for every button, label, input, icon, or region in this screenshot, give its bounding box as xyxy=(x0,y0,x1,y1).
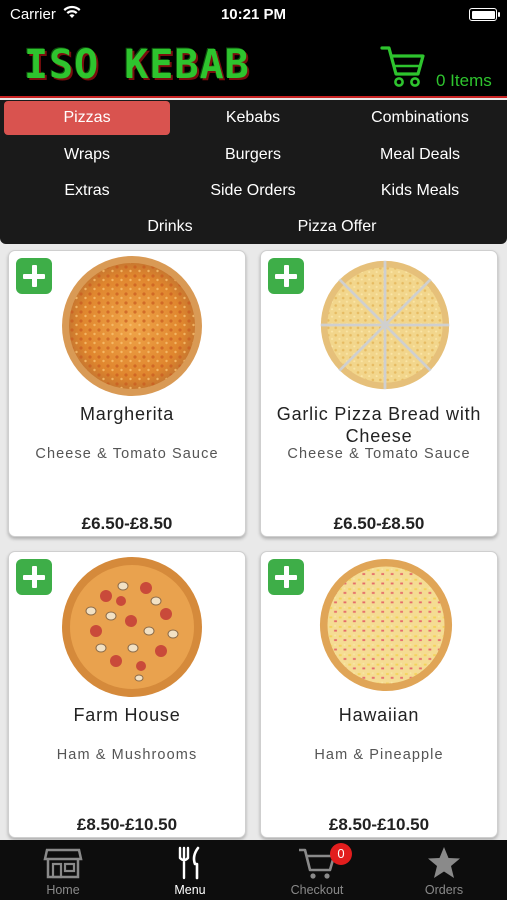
product-card-margherita[interactable]: Margherita Cheese & Tomato Sauce £6.50-£… xyxy=(8,250,246,537)
tab-checkout[interactable]: Checkout xyxy=(254,840,380,900)
clock: 10:21 PM xyxy=(220,6,287,23)
category-drinks[interactable]: Drinks xyxy=(87,210,253,244)
app-header: ISO KEBAB 0 Items xyxy=(0,30,507,98)
category-combinations[interactable]: Combinations xyxy=(336,101,504,135)
product-card-farm-house[interactable]: Farm House Ham & Mushrooms £8.50-£10.50 xyxy=(8,551,246,838)
tab-label: Checkout xyxy=(290,883,344,897)
garlic-bread-pizza-image xyxy=(320,260,450,390)
checkout-badge: 0 xyxy=(330,843,352,865)
tab-bar: Home Menu Checkout 0 Orders xyxy=(0,840,507,900)
category-kebabs[interactable]: Kebabs xyxy=(170,101,336,135)
category-pizzas[interactable]: Pizzas xyxy=(4,101,170,135)
star-icon xyxy=(428,847,460,878)
product-name: Farm House xyxy=(73,705,181,725)
category-extras[interactable]: Extras xyxy=(4,174,170,208)
add-icon[interactable] xyxy=(268,559,304,595)
category-menu: Pizzas Kebabs Combinations Wraps Burgers… xyxy=(0,100,507,244)
farmhouse-pizza-image xyxy=(62,557,202,697)
product-card-hawaiian[interactable]: Hawaiian Ham & Pineapple £8.50-£10.50 xyxy=(260,551,498,838)
product-name: Garlic Pizza Bread with Cheese xyxy=(276,404,482,446)
cart-icon[interactable] xyxy=(380,44,426,88)
product-description: Cheese & Tomato Sauce xyxy=(35,446,219,462)
store-icon xyxy=(43,848,83,879)
product-description: Ham & Pineapple xyxy=(314,747,444,763)
hawaiian-pizza-image xyxy=(319,558,453,692)
tab-home[interactable]: Home xyxy=(0,840,126,900)
cutlery-icon xyxy=(178,846,200,880)
category-pizza-offer[interactable]: Pizza Offer xyxy=(253,210,421,244)
product-description: Ham & Mushrooms xyxy=(56,747,198,763)
product-price: £8.50-£10.50 xyxy=(76,815,178,834)
add-icon[interactable] xyxy=(16,559,52,595)
tab-menu[interactable]: Menu xyxy=(127,840,253,900)
product-card-garlic-pizza-bread[interactable]: Garlic Pizza Bread with Cheese Cheese & … xyxy=(260,250,498,537)
product-price: £6.50-£8.50 xyxy=(81,514,173,533)
tab-label: Home xyxy=(46,883,80,897)
category-meal-deals[interactable]: Meal Deals xyxy=(336,138,504,172)
category-burgers[interactable]: Burgers xyxy=(170,138,336,172)
status-bar: Carrier 10:21 PM xyxy=(0,0,507,30)
battery-icon xyxy=(469,8,500,21)
add-icon[interactable] xyxy=(268,258,304,294)
logo: ISO KEBAB xyxy=(24,42,250,88)
cart-item-count[interactable]: 0 Items xyxy=(436,71,492,91)
product-name: Margherita xyxy=(79,404,175,424)
add-icon[interactable] xyxy=(16,258,52,294)
product-price: £6.50-£8.50 xyxy=(333,514,425,533)
category-side-orders[interactable]: Side Orders xyxy=(170,174,336,208)
tab-orders[interactable]: Orders xyxy=(381,840,507,900)
tab-label: Orders xyxy=(424,883,464,897)
category-kids-meals[interactable]: Kids Meals xyxy=(336,174,504,208)
product-name: Hawaiian xyxy=(338,705,420,725)
tab-label: Menu xyxy=(174,883,206,897)
category-wraps[interactable]: Wraps xyxy=(4,138,170,172)
product-price: £8.50-£10.50 xyxy=(328,815,430,834)
margherita-pizza-image xyxy=(62,256,202,396)
product-description: Cheese & Tomato Sauce xyxy=(287,446,471,462)
